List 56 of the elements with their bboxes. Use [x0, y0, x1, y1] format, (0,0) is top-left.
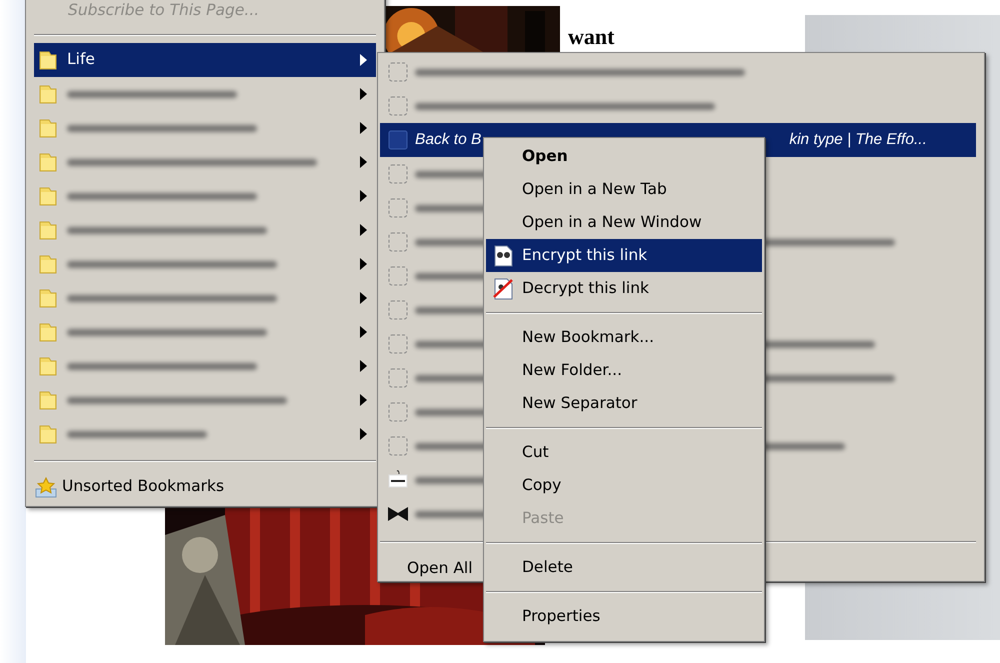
dashed-page-icon[interactable]	[387, 265, 409, 287]
folder-icon	[37, 83, 59, 105]
menu-item[interactable]: Open All	[407, 557, 473, 581]
context-menu-item[interactable]: Open in a New Window	[486, 206, 762, 239]
submenu-arrow-icon	[360, 54, 368, 66]
folder-icon	[37, 355, 59, 377]
submenu-arrow-icon	[360, 156, 368, 168]
submenu-arrow-icon	[360, 292, 368, 304]
dashed-page-icon[interactable]	[387, 435, 409, 457]
bookmark-folder[interactable]: Life	[34, 43, 376, 77]
submenu-arrow-icon	[360, 258, 368, 270]
dashed-page-icon[interactable]	[387, 401, 409, 423]
dashed-page-icon[interactable]	[387, 95, 409, 117]
dashed-page-icon[interactable]	[387, 61, 409, 83]
context-menu-item[interactable]: Cut	[486, 436, 762, 469]
submenu-arrow-icon	[360, 428, 368, 440]
context-menu-item[interactable]: Encrypt this link	[486, 239, 762, 272]
folder-icon	[37, 321, 59, 343]
page-icon[interactable]	[387, 129, 409, 151]
context-menu-item[interactable]: Copy	[486, 469, 762, 502]
context-menu-item[interactable]: Open	[486, 140, 762, 173]
submenu-arrow-icon	[360, 190, 368, 202]
dashed-page-icon[interactable]	[387, 197, 409, 219]
dashed-page-icon[interactable]	[387, 163, 409, 185]
menu-item-label: Subscribe to This Page...	[68, 0, 260, 22]
folder-icon	[37, 219, 59, 241]
menu-item[interactable]: Unsorted Bookmarks	[34, 470, 376, 504]
folder-icon	[37, 287, 59, 309]
dashed-page-icon[interactable]	[387, 367, 409, 389]
star-tray-icon	[34, 475, 58, 499]
page-text: want	[568, 26, 614, 48]
folder-icon	[37, 389, 59, 411]
folder-icon	[37, 117, 59, 139]
context-menu-item[interactable]: Decrypt this link	[486, 272, 762, 305]
dashed-page-icon[interactable]	[387, 231, 409, 253]
dashed-page-icon[interactable]	[387, 333, 409, 355]
submenu-arrow-icon	[360, 88, 368, 100]
context-menu-item[interactable]: Delete	[486, 551, 762, 584]
submenu-arrow-icon	[360, 360, 368, 372]
context-menu-item[interactable]: New Separator	[486, 387, 762, 420]
folder-icon	[37, 253, 59, 275]
folder-icon	[37, 49, 59, 71]
folder-icon	[37, 151, 59, 173]
folder-icon	[37, 185, 59, 207]
folder-icon	[37, 423, 59, 445]
context-menu-item[interactable]: New Folder...	[486, 354, 762, 387]
submenu-arrow-icon	[360, 326, 368, 338]
bookmark-title: kin type | The Effo...	[789, 130, 927, 150]
submenu-arrow-icon	[360, 224, 368, 236]
bookmark-title: Back to B	[415, 130, 482, 150]
dashed-page-icon[interactable]	[387, 299, 409, 321]
submenu-arrow-icon	[360, 122, 368, 134]
context-menu-item[interactable]: Open in a New Tab	[486, 173, 762, 206]
context-menu-item[interactable]: New Bookmark...	[486, 321, 762, 354]
submenu-arrow-icon	[360, 394, 368, 406]
context-menu-item[interactable]: Properties	[486, 600, 762, 633]
